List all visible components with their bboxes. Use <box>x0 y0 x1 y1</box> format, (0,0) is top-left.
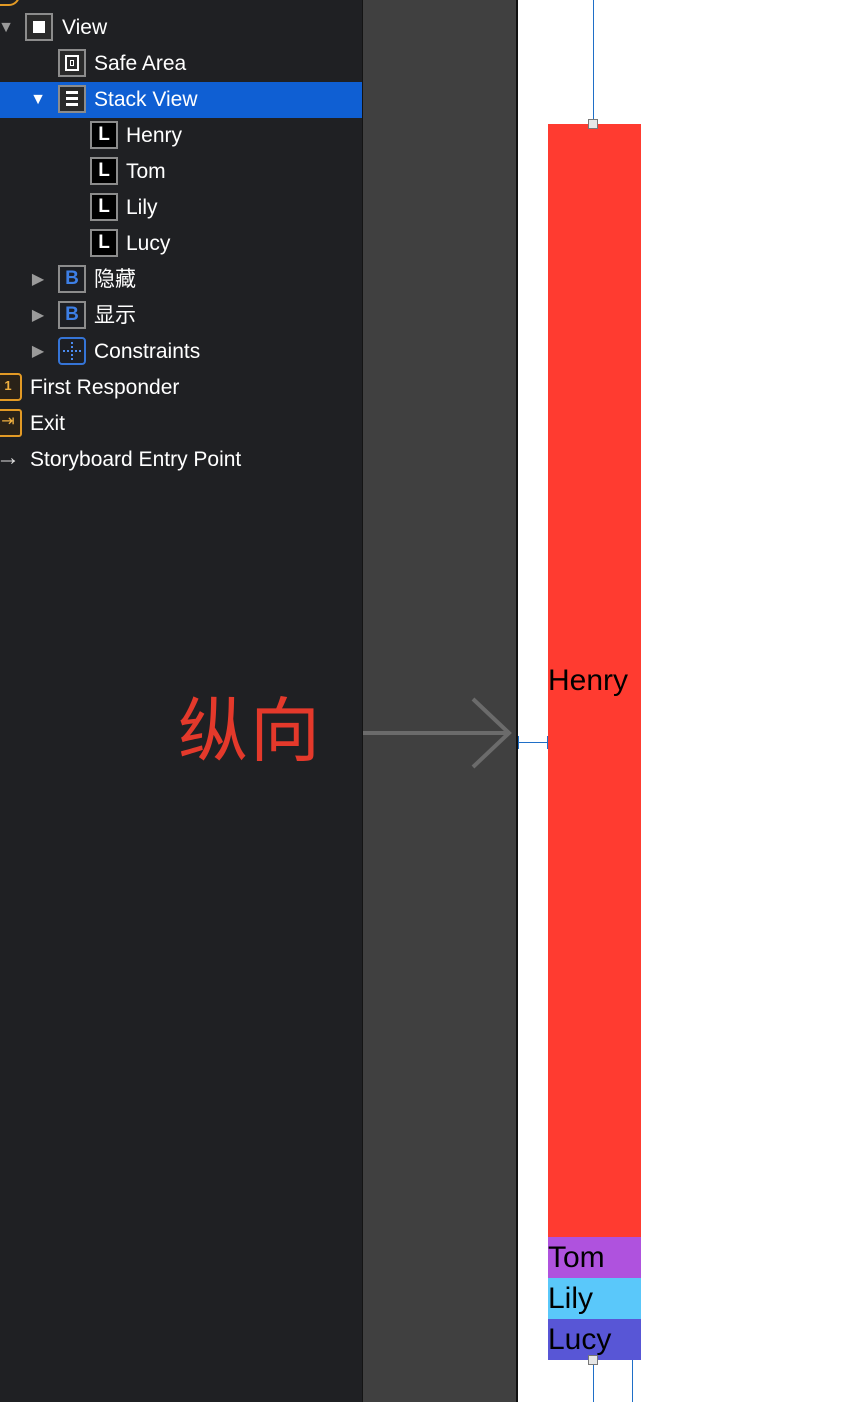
outline-item-tom[interactable]: L Tom <box>0 154 362 190</box>
document-outline: ▼ View Safe Area ▼ Stack View L Henry L … <box>0 0 362 1402</box>
outline-item-label: Stack View <box>94 88 198 111</box>
constraints-icon <box>58 337 86 365</box>
outline-item-first-responder[interactable]: 1 First Responder <box>0 370 362 406</box>
resize-handle-top[interactable] <box>588 119 598 129</box>
outline-item-stack-view[interactable]: ▼ Stack View <box>0 82 362 118</box>
outline-item-label: Henry <box>126 124 183 147</box>
label-icon: L <box>90 193 118 221</box>
disclosure-collapsed-icon[interactable]: ▶ <box>28 262 48 298</box>
outline-item-label: Lucy <box>126 232 171 255</box>
disclosure-expanded-icon[interactable]: ▼ <box>0 10 16 46</box>
bottom-constraint-line[interactable] <box>593 1364 594 1402</box>
bottom-constraint-line[interactable] <box>632 1360 633 1402</box>
resize-handle-bottom[interactable] <box>588 1355 598 1365</box>
disclosure-expanded-icon[interactable]: ▼ <box>28 82 48 118</box>
outline-item-label: First Responder <box>30 376 180 399</box>
stack-label-lucy[interactable]: Lucy <box>548 1319 641 1360</box>
label-icon: L <box>90 157 118 185</box>
leading-constraint-cap <box>518 736 519 749</box>
outline-item-safe-area[interactable]: Safe Area <box>0 46 362 82</box>
button-icon: B <box>58 265 86 293</box>
annotation-vertical: 纵向 <box>178 690 322 772</box>
entry-point-arrow-icon <box>363 697 512 769</box>
outline-item-label: 隐藏 <box>94 268 136 291</box>
exit-icon: ⇥ <box>0 409 22 437</box>
outline-item-label: Constraints <box>94 340 201 363</box>
outline-item-label: 显示 <box>94 304 136 327</box>
cut-off-row-icon <box>0 0 20 6</box>
outline-item-label: View <box>62 16 108 39</box>
view-icon <box>25 13 53 41</box>
outline-item-lily[interactable]: L Lily <box>0 190 362 226</box>
entry-point-arrow-icon: → <box>0 444 20 471</box>
outline-item-henry[interactable]: L Henry <box>0 118 362 154</box>
outline-item-show-button[interactable]: ▶ B 显示 <box>0 298 362 334</box>
disclosure-collapsed-icon[interactable]: ▶ <box>28 334 48 370</box>
outline-item-label: Safe Area <box>94 52 187 75</box>
safe-area-icon <box>58 49 86 77</box>
label-icon: L <box>90 121 118 149</box>
label-icon: L <box>90 229 118 257</box>
stack-label-henry[interactable]: Henry <box>548 124 641 1237</box>
outline-item-constraints[interactable]: ▶ Constraints <box>0 334 362 370</box>
leading-constraint-line[interactable] <box>518 742 548 743</box>
outline-item-hide-button[interactable]: ▶ B 隐藏 <box>0 262 362 298</box>
outline-item-exit[interactable]: ⇥ Exit <box>0 406 362 442</box>
disclosure-collapsed-icon[interactable]: ▶ <box>28 298 48 334</box>
stack-view-icon <box>58 85 86 113</box>
stack-label-lily[interactable]: Lily <box>548 1278 641 1319</box>
outline-item-label: Tom <box>126 160 166 183</box>
stack-label-tom[interactable]: Tom <box>548 1237 641 1278</box>
top-constraint-line[interactable] <box>593 0 594 120</box>
outline-item-label: Exit <box>30 412 66 435</box>
outline-item-lucy[interactable]: L Lucy <box>0 226 362 262</box>
outline-item-view[interactable]: ▼ View <box>0 10 362 46</box>
button-icon: B <box>58 301 86 329</box>
outline-item-entry-point[interactable]: → Storyboard Entry Point <box>0 442 362 478</box>
outline-item-label: Lily <box>126 196 158 219</box>
first-responder-icon: 1 <box>0 373 22 401</box>
outline-item-label: Storyboard Entry Point <box>30 448 242 471</box>
